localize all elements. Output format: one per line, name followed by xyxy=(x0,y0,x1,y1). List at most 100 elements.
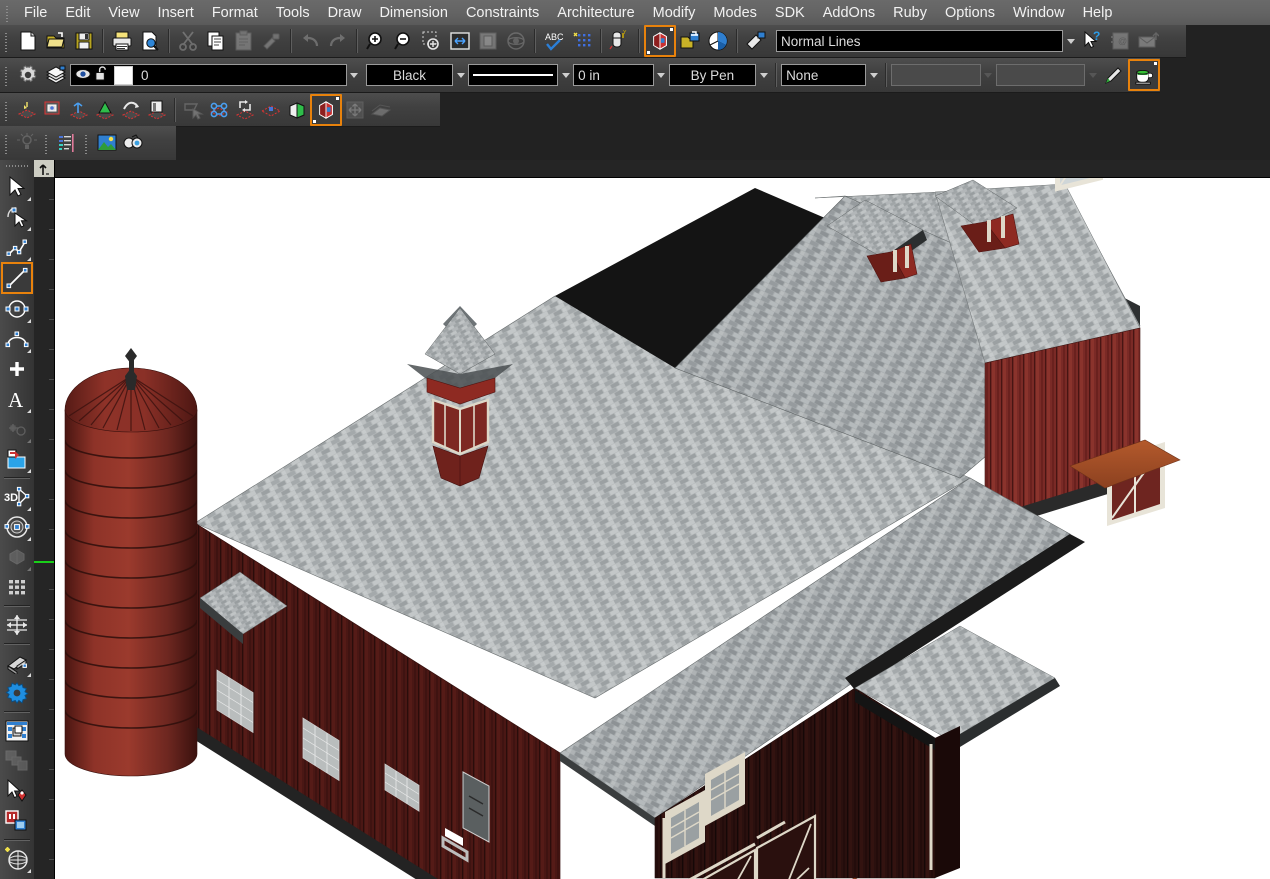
menu-options[interactable]: Options xyxy=(936,2,1004,24)
format-painter-icon[interactable] xyxy=(258,27,286,55)
add-solids-icon[interactable] xyxy=(206,97,232,123)
sweep-icon[interactable] xyxy=(66,97,92,123)
drawing-canvas[interactable] xyxy=(55,178,1270,879)
horizontal-ruler[interactable] xyxy=(34,160,1270,178)
menu-tools[interactable]: Tools xyxy=(267,2,319,24)
grid-array-tool[interactable] xyxy=(2,572,32,602)
ruler-origin-marker[interactable] xyxy=(34,160,55,178)
vertical-ruler[interactable] xyxy=(34,177,55,879)
layer-combo[interactable]: 0 xyxy=(70,64,347,86)
address-book-icon[interactable]: @ xyxy=(1106,27,1134,55)
camera-icon[interactable] xyxy=(120,130,146,156)
deform-icon[interactable] xyxy=(180,97,206,123)
light-source-icon[interactable] xyxy=(14,130,40,156)
coffee-cup-icon[interactable] xyxy=(1128,59,1160,91)
export-image-icon[interactable] xyxy=(742,27,770,55)
pen-color-combo[interactable]: Black xyxy=(366,64,453,86)
line-tool[interactable] xyxy=(1,262,33,294)
text-tool[interactable]: A xyxy=(2,384,32,414)
menu-draw[interactable]: Draw xyxy=(319,2,371,24)
extra-combo-2[interactable] xyxy=(996,64,1085,86)
menu-edit[interactable]: Edit xyxy=(56,2,99,24)
copy-icon[interactable] xyxy=(202,27,230,55)
move-3d-icon[interactable] xyxy=(342,97,368,123)
intersect-solids-icon[interactable] xyxy=(258,97,284,123)
visualization-toolbar-grip[interactable] xyxy=(3,132,11,154)
move-flip-tool[interactable] xyxy=(2,610,32,640)
fit-to-window-icon[interactable] xyxy=(446,27,474,55)
menu-modes[interactable]: Modes xyxy=(704,2,766,24)
snap-grid-icon[interactable] xyxy=(568,27,596,55)
new-document-icon[interactable] xyxy=(14,27,42,55)
line-style-chevron-down-icon[interactable] xyxy=(558,64,573,86)
extrude-icon[interactable] xyxy=(14,97,40,123)
attributes-toolbar-grip[interactable] xyxy=(3,64,11,86)
visualization-toolbar-grip-3[interactable] xyxy=(83,132,91,154)
pen-color-chevron-down-icon[interactable] xyxy=(453,64,468,86)
modeling-toolbar-grip[interactable] xyxy=(3,99,11,121)
wall-tool[interactable] xyxy=(2,648,32,678)
menu-format[interactable]: Format xyxy=(203,2,267,24)
heliodon-list-icon[interactable] xyxy=(54,130,80,156)
pencil-eyedropper-icon[interactable] xyxy=(1100,61,1128,89)
loft-surface-icon[interactable] xyxy=(144,97,170,123)
reshape-tool[interactable] xyxy=(2,202,32,232)
paste-icon[interactable] xyxy=(230,27,258,55)
standard-toolbar-grip[interactable] xyxy=(3,30,11,52)
extra-combo-1[interactable] xyxy=(891,64,980,86)
menu-insert[interactable]: Insert xyxy=(149,2,203,24)
menu-modify[interactable]: Modify xyxy=(644,2,705,24)
extra-combo-1-chevron-down-icon[interactable] xyxy=(981,64,996,86)
open-folder-icon[interactable] xyxy=(42,27,70,55)
rotate-3d-tool[interactable] xyxy=(2,542,32,572)
orbit-icon[interactable] xyxy=(502,27,530,55)
menu-addons[interactable]: AddOns xyxy=(814,2,884,24)
fill-combo-chevron-down-icon[interactable] xyxy=(756,64,771,86)
line-weight-combo[interactable]: 0 in xyxy=(573,64,654,86)
render-globe-tool[interactable] xyxy=(2,844,32,874)
spell-check-icon[interactable]: ABC xyxy=(540,27,568,55)
render-solid-icon[interactable] xyxy=(644,25,676,57)
locus-point-tool[interactable] xyxy=(2,354,32,384)
layer-combo-chevron-down-icon[interactable] xyxy=(347,64,362,86)
subtract-solids-icon[interactable] xyxy=(232,97,258,123)
dimension-tool[interactable] xyxy=(2,414,32,444)
class-combo[interactable]: Normal Lines xyxy=(776,30,1063,52)
mouse-axis-icon[interactable]: Y xyxy=(606,27,634,55)
layer-color-swatch[interactable] xyxy=(114,66,133,85)
pick-object-tool[interactable] xyxy=(2,776,32,806)
print-icon[interactable] xyxy=(108,27,136,55)
zoom-out-icon[interactable] xyxy=(390,27,418,55)
menu-dimension[interactable]: Dimension xyxy=(370,2,457,24)
menu-sdk[interactable]: SDK xyxy=(766,2,814,24)
cut-scissors-icon[interactable] xyxy=(174,27,202,55)
layers-icon[interactable] xyxy=(42,61,70,89)
sphere-tool[interactable] xyxy=(2,512,32,542)
attribute-tool[interactable] xyxy=(2,806,32,836)
visibility-eye-icon[interactable] xyxy=(75,67,91,84)
shell-solid-icon[interactable] xyxy=(118,97,144,123)
redo-icon[interactable] xyxy=(324,27,352,55)
menu-view[interactable]: View xyxy=(99,2,148,24)
arrow-style-combo[interactable]: None xyxy=(781,64,866,86)
help-pointer-icon[interactable]: ? xyxy=(1078,27,1106,55)
menu-window[interactable]: Window xyxy=(1004,2,1074,24)
barn-3d-model[interactable] xyxy=(55,178,1270,879)
rectangle-fill-tool[interactable] xyxy=(2,444,32,474)
print-preview-icon[interactable] xyxy=(136,27,164,55)
tool-palette-grip[interactable] xyxy=(6,162,28,171)
zoom-in-icon[interactable] xyxy=(362,27,390,55)
settings-gear-tool[interactable] xyxy=(2,678,32,708)
layout-page-icon[interactable] xyxy=(474,27,502,55)
extra-combo-2-chevron-down-icon[interactable] xyxy=(1085,64,1100,86)
render-image-icon[interactable] xyxy=(94,130,120,156)
taper-face-icon[interactable] xyxy=(92,97,118,123)
unlocked-padlock-icon[interactable] xyxy=(95,66,108,84)
menu-file[interactable]: File xyxy=(15,2,56,24)
undo-icon[interactable] xyxy=(296,27,324,55)
section-solid-icon[interactable] xyxy=(284,97,310,123)
multiple-extrude-icon[interactable] xyxy=(40,97,66,123)
arrow-style-chevron-down-icon[interactable] xyxy=(866,64,881,86)
fill-combo[interactable]: By Pen xyxy=(669,64,756,86)
view-cube-icon[interactable] xyxy=(704,27,732,55)
